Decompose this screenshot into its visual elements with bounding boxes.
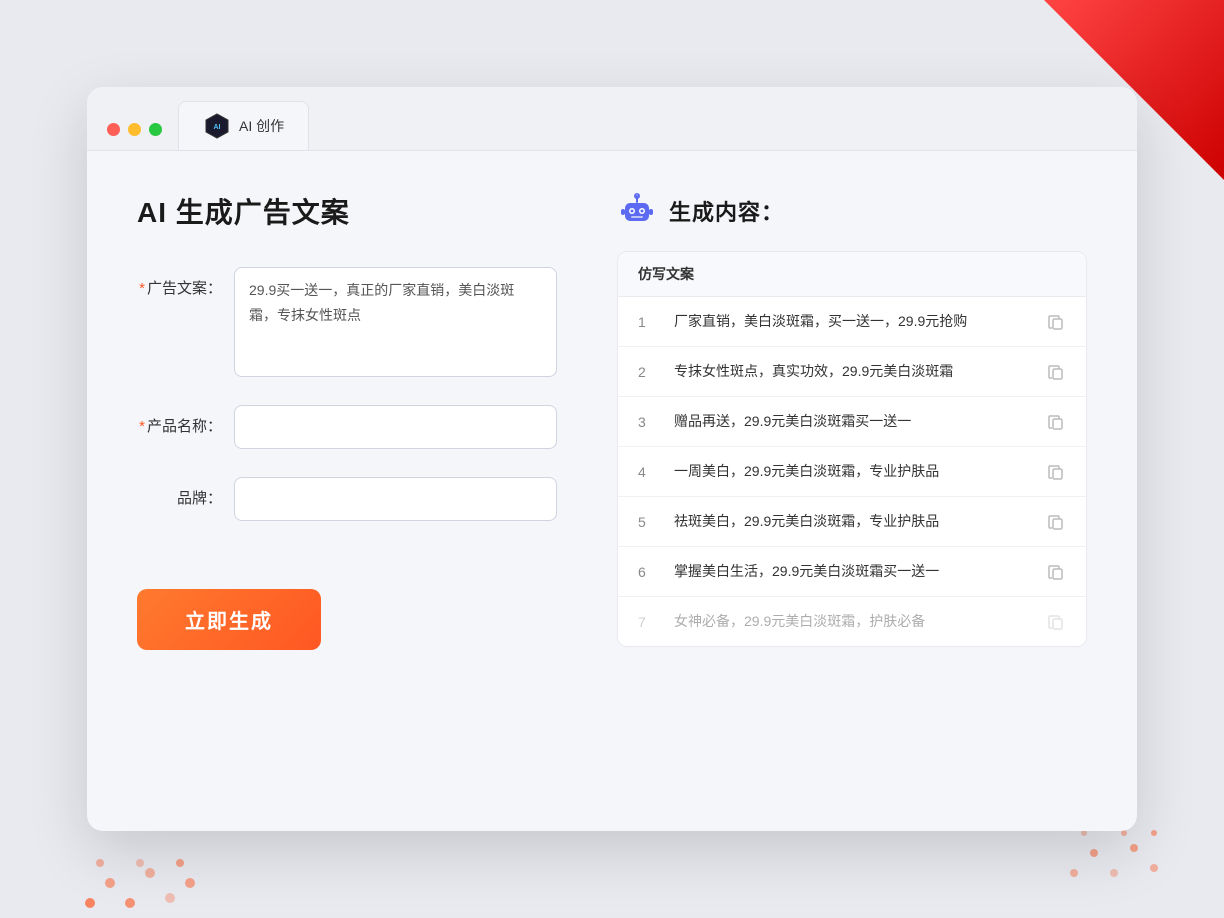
copy-icon[interactable] xyxy=(1046,612,1066,632)
copy-icon[interactable] xyxy=(1046,412,1066,432)
row-number: 4 xyxy=(638,464,658,480)
product-name-group: *产品名称： 美白淡斑霜 xyxy=(137,405,557,449)
row-text: 赠品再送，29.9元美白淡斑霜买一送一 xyxy=(674,411,1030,432)
row-number: 3 xyxy=(638,414,658,430)
tab-label: AI 创作 xyxy=(239,116,284,136)
copy-icon[interactable] xyxy=(1046,562,1066,582)
copy-icon[interactable] xyxy=(1046,362,1066,382)
page-title: AI 生成广告文案 xyxy=(137,191,557,231)
maximize-button[interactable] xyxy=(149,123,162,136)
window-controls xyxy=(107,123,162,150)
row-text: 掌握美白生活，29.9元美白淡斑霜买一送一 xyxy=(674,561,1030,582)
table-row: 4 一周美白，29.9元美白淡斑霜，专业护肤品 xyxy=(618,447,1086,497)
row-text: 祛斑美白，29.9元美白淡斑霜，专业护肤品 xyxy=(674,511,1030,532)
row-number: 1 xyxy=(638,314,658,330)
minimize-button[interactable] xyxy=(128,123,141,136)
main-content: AI 生成广告文案 *广告文案： 29.9买一送一，真正的厂家直销，美白淡斑霜，… xyxy=(87,151,1137,831)
brand-group: 品牌： 好白 xyxy=(137,477,557,521)
table-header: 仿写文案 xyxy=(618,252,1086,297)
brand-input[interactable]: 好白 xyxy=(234,477,557,521)
row-number: 5 xyxy=(638,514,658,530)
row-number: 6 xyxy=(638,564,658,580)
ad-copy-group: *广告文案： 29.9买一送一，真正的厂家直销，美白淡斑霜，专抹女性斑点 xyxy=(137,267,557,377)
result-header: 生成内容： xyxy=(617,191,1087,231)
row-text: 厂家直销，美白淡斑霜，买一送一，29.9元抢购 xyxy=(674,311,1030,332)
result-table: 仿写文案 1 厂家直销，美白淡斑霜，买一送一，29.9元抢购 2 专抹女性斑点，… xyxy=(617,251,1087,647)
brand-label: 品牌： xyxy=(137,477,222,508)
ad-copy-input[interactable]: 29.9买一送一，真正的厂家直销，美白淡斑霜，专抹女性斑点 xyxy=(234,267,557,377)
table-row: 2 专抹女性斑点，真实功效，29.9元美白淡斑霜 xyxy=(618,347,1086,397)
copy-icon[interactable] xyxy=(1046,512,1066,532)
table-row: 1 厂家直销，美白淡斑霜，买一送一，29.9元抢购 xyxy=(618,297,1086,347)
robot-icon xyxy=(617,191,657,231)
row-number: 7 xyxy=(638,614,658,630)
bg-decoration-bottom-left xyxy=(80,853,200,918)
bg-decoration-bottom-right xyxy=(1064,823,1164,888)
row-number: 2 xyxy=(638,364,658,380)
ai-tab[interactable]: AI AI 创作 xyxy=(178,101,309,150)
product-name-input[interactable]: 美白淡斑霜 xyxy=(234,405,557,449)
row-text: 女神必备，29.9元美白淡斑霜，护肤必备 xyxy=(674,611,1030,632)
close-button[interactable] xyxy=(107,123,120,136)
result-title: 生成内容： xyxy=(669,195,784,227)
table-row: 3 赠品再送，29.9元美白淡斑霜买一送一 xyxy=(618,397,1086,447)
table-row: 5 祛斑美白，29.9元美白淡斑霜，专业护肤品 xyxy=(618,497,1086,547)
copy-icon[interactable] xyxy=(1046,462,1066,482)
right-panel: 生成内容： 仿写文案 1 厂家直销，美白淡斑霜，买一送一，29.9元抢购 2 专… xyxy=(617,191,1087,791)
required-star-ad: * xyxy=(139,280,145,297)
generate-button[interactable]: 立即生成 xyxy=(137,589,321,650)
product-name-label: *产品名称： xyxy=(137,405,222,436)
title-bar: AI AI 创作 xyxy=(87,87,1137,151)
results-container: 1 厂家直销，美白淡斑霜，买一送一，29.9元抢购 2 专抹女性斑点，真实功效，… xyxy=(618,297,1086,646)
required-star-product: * xyxy=(139,418,145,435)
table-row: 6 掌握美白生活，29.9元美白淡斑霜买一送一 xyxy=(618,547,1086,597)
copy-icon[interactable] xyxy=(1046,312,1066,332)
browser-window: AI AI 创作 AI 生成广告文案 *广告文案： 29.9买一送一，真正的厂家… xyxy=(87,87,1137,831)
svg-text:AI: AI xyxy=(214,124,221,131)
ad-copy-label: *广告文案： xyxy=(137,267,222,298)
left-panel: AI 生成广告文案 *广告文案： 29.9买一送一，真正的厂家直销，美白淡斑霜，… xyxy=(137,191,557,791)
row-text: 一周美白，29.9元美白淡斑霜，专业护肤品 xyxy=(674,461,1030,482)
table-row: 7 女神必备，29.9元美白淡斑霜，护肤必备 xyxy=(618,597,1086,646)
row-text: 专抹女性斑点，真实功效，29.9元美白淡斑霜 xyxy=(674,361,1030,382)
ai-logo-icon: AI xyxy=(203,112,231,140)
